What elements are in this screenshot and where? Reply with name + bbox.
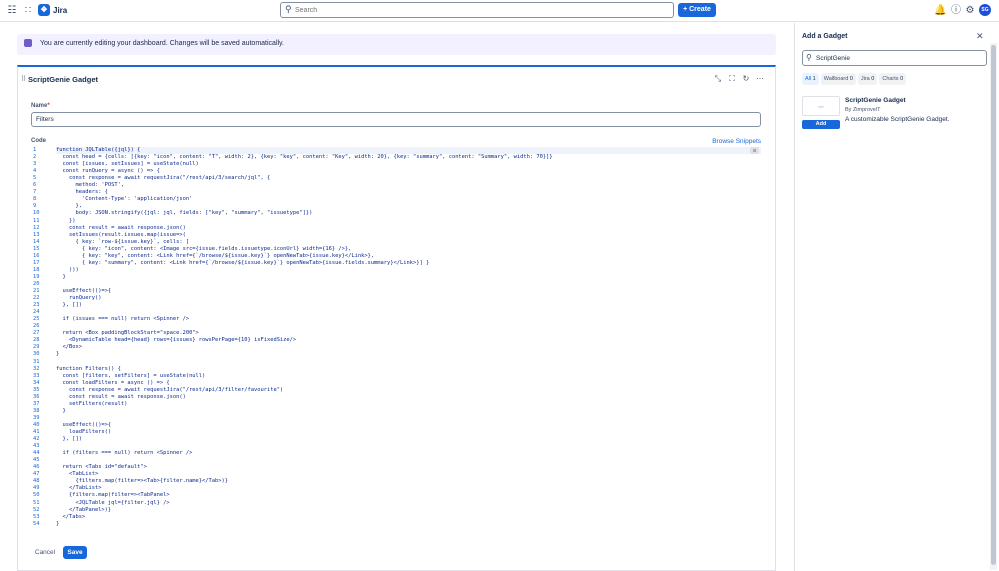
filter-count: 1	[812, 76, 816, 82]
more-actions-icon[interactable]: ⋯	[755, 74, 765, 83]
filter-charts[interactable]: Charts 0	[879, 73, 907, 85]
panel-scrollbar[interactable]	[990, 43, 997, 570]
code-field-label: Code	[31, 138, 46, 144]
code-line[interactable]: if (issues === null) return <Spinner />	[56, 316, 189, 323]
help-icon[interactable]: ⓘ	[950, 5, 962, 17]
filter-label: Wallboard	[823, 76, 849, 82]
line-number-gutter: 1 2 3 4 5 6 7 8 9 10 11 12 13 14 15 16 17 18 19 20 21 22 23 24 2…	[31, 147, 53, 530]
cancel-button[interactable]: Cancel	[31, 546, 59, 559]
add-gadget-button[interactable]: Add	[802, 120, 840, 129]
search-icon: ⚲	[285, 4, 292, 14]
filter-wallboard[interactable]: Wallboard 0	[820, 73, 856, 85]
code-line[interactable]: { key: "summary", content: <Link href={`…	[56, 260, 429, 267]
save-button[interactable]: Save	[63, 546, 87, 559]
filter-label: Jira	[860, 76, 870, 82]
refresh-icon[interactable]: ↻	[741, 74, 751, 83]
code-line[interactable]: }	[56, 521, 59, 528]
fullscreen-icon[interactable]: ⛶	[727, 74, 737, 84]
code-line[interactable]: body: JSON.stringify({jql: jql, fields: …	[56, 210, 312, 217]
filter-label: All	[805, 76, 812, 82]
required-marker: *	[47, 103, 50, 109]
gadget-title: ScriptGenie Gadget	[28, 75, 99, 84]
user-avatar[interactable]: SG	[979, 4, 991, 16]
scrollbar-thumb[interactable]	[991, 45, 996, 565]
global-search[interactable]: ⚲	[280, 2, 674, 18]
code-line[interactable]: </Tabs>	[56, 514, 85, 521]
code-line[interactable]: if (filters === null) return <Spinner />	[56, 450, 192, 457]
sidebar-toggle-icon[interactable]: ☷	[6, 5, 18, 17]
gadget-actions: ⤡ ⛶ ↻ ⋯	[709, 74, 765, 84]
app-switcher-icon[interactable]: ∷	[22, 5, 34, 17]
jira-logo[interactable]: ❖	[38, 4, 50, 16]
top-navigation-bar: ☷ ∷ ❖ Jira ⚲ + Create 🔔 ⓘ ⚙ SG	[0, 0, 999, 22]
filter-label: Charts	[882, 76, 899, 82]
minimize-icon[interactable]: ⤡	[713, 74, 723, 84]
code-line[interactable]: }	[56, 408, 65, 415]
filter-all[interactable]: All 1	[802, 73, 819, 85]
category-filters: All 1 Wallboard 0 Jira 0 Charts 0	[802, 73, 908, 85]
result-gadget-description: A customizable ScriptGenie Gadget.	[845, 116, 950, 123]
filter-count: 0	[871, 76, 875, 82]
browse-snippets-link[interactable]: Browse Snippets	[712, 138, 761, 145]
gadget-search[interactable]: ⚲	[802, 50, 987, 66]
code-line[interactable]: }, [])	[56, 436, 81, 443]
banner-text: You are currently editing your dashboard…	[40, 40, 284, 47]
search-icon: ⚲	[806, 53, 812, 62]
name-field-label: Name*	[31, 103, 50, 109]
code-line[interactable]: <DynamicTable head={head} rows={issues} …	[56, 337, 296, 344]
code-line[interactable]: setFilters(result)	[56, 401, 127, 408]
code-editor[interactable]: 1 2 3 4 5 6 7 8 9 10 11 12 13 14 15 16 17 18 19 20 21 22 23 24 2…	[31, 147, 761, 530]
filter-count: 0	[849, 76, 853, 82]
result-gadget-name: ScriptGenie Gadget	[845, 97, 906, 104]
filter-jira[interactable]: Jira 0	[857, 73, 878, 85]
create-button[interactable]: + Create	[678, 3, 716, 17]
create-label: Create	[689, 6, 711, 13]
search-input[interactable]	[295, 5, 665, 16]
add-gadget-panel: Add a Gadget ✕ ⚲ All 1Wallboard 0Jira 0C…	[794, 23, 999, 571]
edit-mode-banner: You are currently editing your dashboard…	[17, 34, 776, 55]
brand-name[interactable]: Jira	[53, 6, 67, 15]
result-gadget-author: By ZimprovelT	[845, 107, 881, 113]
code-line[interactable]: }	[56, 351, 59, 358]
line-number: 54	[33, 520, 40, 527]
filter-count: 0	[900, 76, 904, 82]
dashboard-main: You are currently editing your dashboard…	[0, 23, 794, 571]
name-label-text: Name	[31, 103, 48, 109]
gadget-thumbnail: </>	[802, 96, 840, 116]
code-line[interactable]: </Box>	[56, 344, 81, 351]
gadget-card: ⠿ ScriptGenie Gadget ⤡ ⛶ ↻ ⋯ Name* Code Bro…	[17, 65, 776, 571]
panel-title: Add a Gadget	[802, 33, 848, 40]
name-input[interactable]	[31, 112, 761, 127]
edit-info-icon	[24, 39, 32, 47]
settings-gear-icon[interactable]: ⚙	[964, 5, 976, 17]
code-line[interactable]: }	[56, 274, 65, 281]
notifications-icon[interactable]: 🔔	[934, 5, 946, 17]
close-icon[interactable]: ✕	[976, 31, 984, 42]
editor-settings-icon[interactable]: ☰	[750, 147, 759, 154]
code-line[interactable]: }, [])	[56, 302, 81, 309]
gadget-search-input[interactable]	[816, 53, 981, 64]
drag-handle-icon[interactable]: ⠿	[21, 75, 26, 83]
